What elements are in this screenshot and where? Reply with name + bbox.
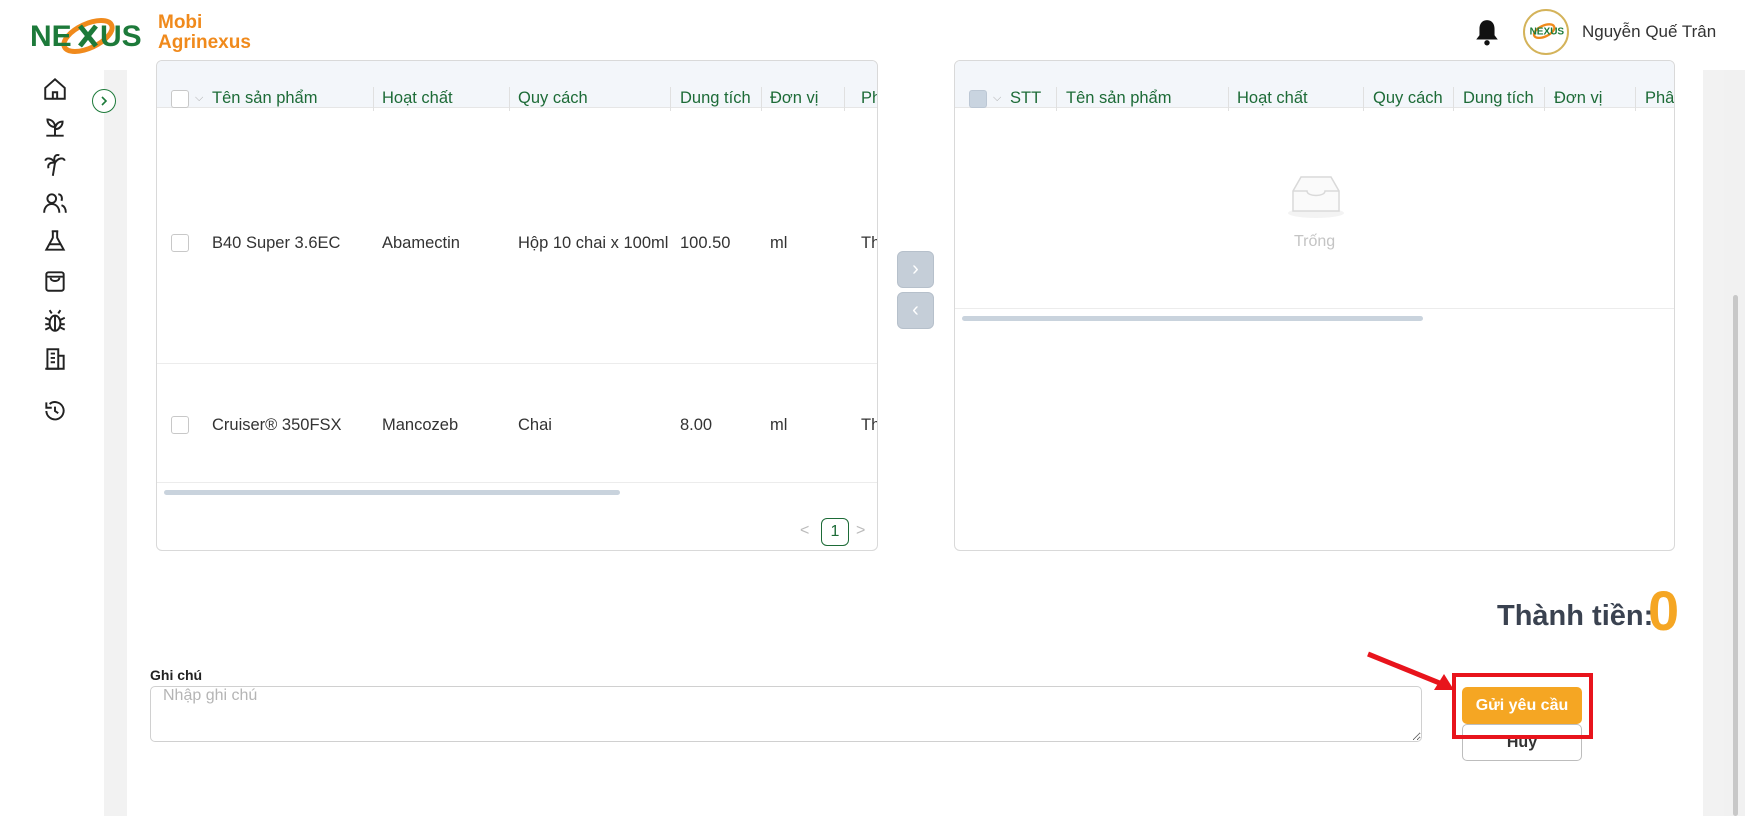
horizontal-scrollbar[interactable]	[962, 316, 1423, 321]
cell-unit: ml	[770, 416, 788, 434]
column-header-unit[interactable]: Đơn vị	[1554, 75, 1602, 122]
empty-box-icon	[1288, 176, 1344, 218]
avatar-logo-icon: NEXUS	[1530, 23, 1565, 40]
building-icon[interactable]	[42, 346, 68, 372]
source-products-table: ⌵ Tên sản phẩm Hoạt chất Quy cách Dung t…	[156, 60, 878, 551]
sprout-icon[interactable]	[42, 114, 68, 140]
selected-table-header: ⌵ STT Tên sản phẩm Hoạt chất Quy cách Du…	[955, 61, 1674, 111]
note-label: Ghi chú	[150, 667, 203, 683]
column-header-name[interactable]: Tên sản phẩm	[1066, 75, 1171, 122]
pagination-prev-icon[interactable]: <	[800, 522, 809, 540]
note-input[interactable]	[150, 686, 1422, 742]
total-label: Thành tiền:	[1497, 600, 1654, 632]
sidebar-expand-button[interactable]	[92, 89, 116, 113]
cell-more: Th	[861, 416, 877, 434]
row-divider	[955, 308, 1674, 309]
select-all-checkbox[interactable]	[171, 90, 189, 108]
shopping-bag-icon[interactable]	[42, 268, 68, 294]
cell-name: Cruiser® 350FSX	[212, 416, 342, 434]
column-separator	[1363, 87, 1364, 111]
column-separator	[1635, 87, 1636, 111]
source-table-header: ⌵ Tên sản phẩm Hoạt chất Quy cách Dung t…	[157, 61, 877, 111]
flask-icon[interactable]	[42, 228, 68, 254]
column-header-more[interactable]: Ph	[861, 75, 877, 122]
column-header-spec[interactable]: Quy cách	[1373, 75, 1443, 122]
nexus-logo[interactable]: NE US	[30, 8, 150, 60]
svg-text:US: US	[100, 20, 142, 53]
cell-volume: 100.50	[680, 234, 731, 252]
column-separator	[1056, 87, 1057, 111]
column-separator	[844, 87, 845, 111]
column-header-volume[interactable]: Dung tích	[680, 75, 751, 122]
cell-active: Abamectin	[382, 234, 460, 252]
column-separator	[1544, 87, 1545, 111]
svg-text:NEXUS: NEXUS	[1530, 27, 1565, 38]
pagination-next-icon[interactable]: >	[856, 522, 865, 540]
page-scrollbar-thumb[interactable]	[1733, 295, 1738, 816]
cell-unit: ml	[770, 234, 788, 252]
column-separator	[1228, 87, 1229, 111]
column-separator	[761, 87, 762, 111]
user-name[interactable]: Nguyễn Quế Trân	[1582, 22, 1716, 42]
sidebar	[0, 70, 104, 816]
horizontal-scrollbar[interactable]	[164, 490, 620, 495]
history-icon[interactable]	[42, 398, 68, 424]
cell-volume: 8.00	[680, 416, 713, 434]
column-separator	[1453, 87, 1454, 111]
pagination-current-page[interactable]: 1	[821, 518, 849, 546]
column-separator	[373, 87, 374, 111]
cell-active: Mancozeb	[382, 416, 459, 434]
empty-text: Trống	[1294, 233, 1336, 250]
svg-text:NE: NE	[30, 20, 72, 53]
column-header-more[interactable]: Phâ	[1645, 75, 1674, 122]
cell-spec: Chai	[518, 416, 552, 434]
chevron-right-icon	[101, 96, 108, 106]
avatar[interactable]: NEXUS	[1523, 9, 1569, 55]
cell-spec: Hộp 10 chai x 100ml	[518, 234, 669, 252]
column-header-active[interactable]: Hoạt chất	[382, 75, 453, 122]
column-header-unit[interactable]: Đơn vị	[770, 75, 818, 122]
column-header-stt[interactable]: STT	[1010, 75, 1041, 122]
cell-name: B40 Super 3.6EC	[212, 234, 341, 252]
column-header-active[interactable]: Hoạt chất	[1237, 75, 1308, 122]
annotation-arrow-icon	[1367, 651, 1454, 690]
palm-tree-icon[interactable]	[42, 152, 68, 178]
row-checkbox[interactable]	[171, 234, 189, 252]
users-icon[interactable]	[42, 190, 68, 216]
column-separator	[509, 87, 510, 111]
row-divider	[157, 482, 877, 483]
row-divider	[157, 363, 877, 364]
home-icon[interactable]	[42, 76, 68, 102]
select-all-checkbox-disabled	[969, 90, 987, 108]
select-dropdown-caret-icon[interactable]: ⌵	[195, 92, 203, 105]
brand-name: Mobi Agrinexus	[158, 12, 251, 53]
column-header-name[interactable]: Tên sản phẩm	[212, 75, 317, 122]
column-header-volume[interactable]: Dung tích	[1463, 75, 1534, 122]
transfer-left-button[interactable]: ‹	[897, 292, 934, 329]
total-value: 0	[1648, 579, 1680, 642]
highlight-box	[1452, 673, 1593, 739]
transfer-right-button[interactable]: ›	[897, 251, 934, 288]
row-checkbox[interactable]	[171, 416, 189, 434]
cell-more: Th	[861, 234, 877, 252]
column-header-spec[interactable]: Quy cách	[518, 75, 588, 122]
notification-bell-icon[interactable]	[1474, 18, 1500, 46]
bug-icon[interactable]	[42, 308, 68, 334]
column-separator	[670, 87, 671, 111]
selected-products-table: ⌵ STT Tên sản phẩm Hoạt chất Quy cách Du…	[954, 60, 1675, 551]
select-dropdown-caret-icon: ⌵	[993, 92, 1002, 104]
